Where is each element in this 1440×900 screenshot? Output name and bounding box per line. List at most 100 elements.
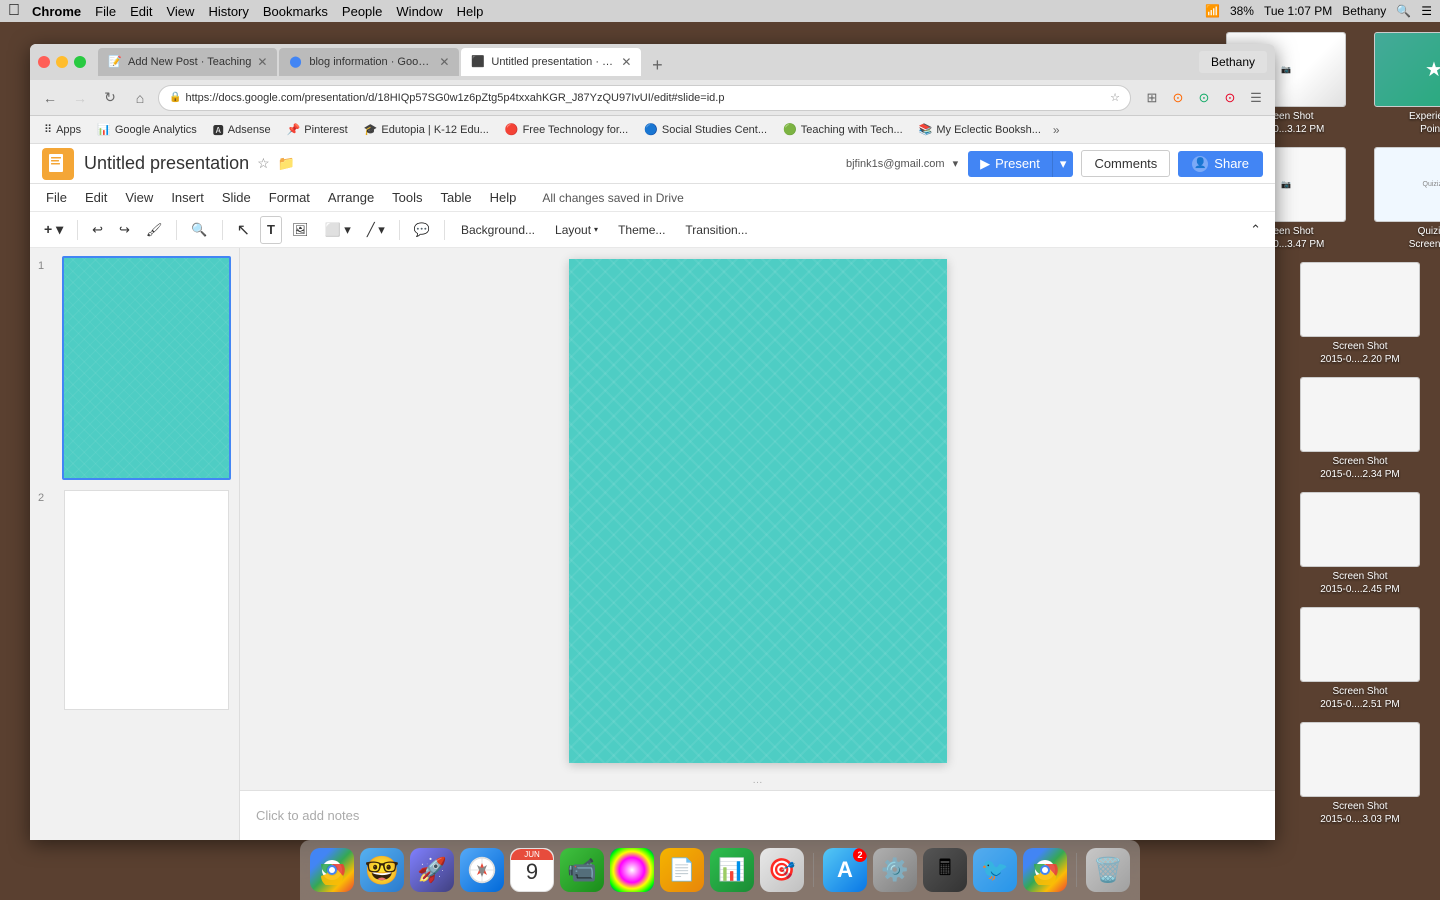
reload-button[interactable]: ↻ — [98, 86, 122, 110]
slide-thumb-item-2[interactable]: 2 — [38, 488, 231, 712]
bookmark-adsense[interactable]: 🅰 Adsense — [207, 120, 277, 140]
present-dropdown[interactable]: ▾ — [1052, 151, 1074, 177]
tab-close-button[interactable]: ✕ — [621, 55, 631, 69]
apple-menu[interactable]:  — [8, 2, 20, 20]
bookmark-apps[interactable]: ⠿ Apps — [38, 121, 87, 138]
select-tool[interactable]: ↖ — [231, 216, 256, 244]
collapse-button[interactable]: ⌃ — [1244, 216, 1267, 244]
search-icon[interactable]: 🔍 — [1396, 4, 1411, 18]
bookmark-eclectic[interactable]: 📚 My Eclectic Booksh... — [913, 121, 1047, 138]
tab-close-button[interactable]: ✕ — [439, 55, 449, 69]
tab-add-new-post[interactable]: 📝 Add New Post · Teaching ✕ — [98, 48, 277, 76]
text-tool[interactable]: T — [260, 216, 282, 244]
menu-icon[interactable]: ☰ — [1421, 4, 1432, 18]
bookmark-free-tech[interactable]: 🔴 Free Technology for... — [499, 121, 634, 138]
close-button[interactable] — [38, 56, 50, 68]
menu-help[interactable]: Help — [457, 4, 484, 19]
bookmark-teaching-tech[interactable]: 🟢 Teaching with Tech... — [777, 121, 909, 138]
dock-item-appstore[interactable]: A 2 — [823, 848, 867, 892]
bookmark-analytics[interactable]: 📊 Google Analytics — [91, 121, 203, 138]
tab-blog-info[interactable]: ⬤ blog information · Google... ✕ — [279, 48, 459, 76]
extensions-icon[interactable]: ⊞ — [1141, 87, 1163, 109]
shape-tool[interactable]: ⬜ ▾ — [318, 216, 356, 244]
desktop-icon[interactable]: Screen Shot2015-0....3.03 PM — [1290, 722, 1430, 826]
menu-help[interactable]: Help — [482, 188, 525, 207]
present-main[interactable]: ▶ Present — [968, 151, 1052, 177]
transition-button[interactable]: Transition... — [677, 216, 755, 244]
menu-table[interactable]: Table — [433, 188, 480, 207]
menu-insert[interactable]: Insert — [163, 188, 212, 207]
chrome-menu[interactable]: ☰ — [1245, 87, 1267, 109]
desktop-icon[interactable]: Screen Shot2015-0....2.51 PM — [1290, 607, 1430, 711]
dock-item-numbers[interactable]: 📊 — [710, 848, 754, 892]
fullscreen-button[interactable] — [74, 56, 86, 68]
folder-icon[interactable]: 📁 — [278, 155, 295, 172]
menu-chrome[interactable]: Chrome — [32, 4, 81, 19]
menu-slide[interactable]: Slide — [214, 188, 259, 207]
home-button[interactable]: ⌂ — [128, 86, 152, 110]
new-tab-button[interactable]: + — [643, 54, 671, 76]
menu-edit[interactable]: Edit — [77, 188, 115, 207]
back-button[interactable]: ← — [38, 86, 62, 110]
dock-item-photos[interactable] — [610, 848, 654, 892]
slide-thumb-container-2[interactable] — [62, 488, 231, 712]
share-button[interactable]: 👤 Share — [1178, 151, 1263, 177]
present-button[interactable]: ▶ Present ▾ — [968, 151, 1073, 177]
menu-file[interactable]: File — [95, 4, 116, 19]
address-bar[interactable]: 🔒 https://docs.google.com/presentation/d… — [158, 85, 1131, 111]
notes-area[interactable]: Click to add notes — [240, 790, 1275, 840]
slide-thumb-item-1[interactable]: 1 — [38, 256, 231, 480]
comment-tool[interactable]: 💬 — [408, 216, 436, 244]
rss-icon[interactable]: ⊙ — [1167, 87, 1189, 109]
redo-button[interactable]: ↪ — [113, 216, 136, 244]
dock-item-settings[interactable]: ⚙️ — [873, 848, 917, 892]
menu-bookmarks[interactable]: Bookmarks — [263, 4, 328, 19]
dock-item-pages[interactable]: 📄 — [660, 848, 704, 892]
menu-window[interactable]: Window — [396, 4, 442, 19]
tab-close-button[interactable]: ✕ — [257, 55, 267, 69]
dock-item-calendar[interactable]: JUN 9 — [510, 848, 554, 892]
bookmark-icon[interactable]: ⊙ — [1193, 87, 1215, 109]
dock-item-chrome2[interactable] — [1023, 848, 1067, 892]
theme-button[interactable]: Theme... — [610, 216, 673, 244]
comments-button[interactable]: Comments — [1081, 150, 1170, 177]
menu-people[interactable]: People — [342, 4, 382, 19]
dock-item-calculator[interactable]: 🖩 — [923, 848, 967, 892]
menu-format[interactable]: Format — [261, 188, 318, 207]
presentation-title[interactable]: Untitled presentation — [84, 153, 249, 174]
zoom-button[interactable]: 🔍 — [185, 216, 213, 244]
menu-tools[interactable]: Tools — [384, 188, 430, 207]
menu-file[interactable]: File — [38, 188, 75, 207]
desktop-icon[interactable]: Screen Shot2015-0....2.34 PM — [1290, 377, 1430, 481]
desktop-icon[interactable]: Screen Shot2015-0....2.45 PM — [1290, 492, 1430, 596]
desktop-icon[interactable]: Screen Shot2015-0....2.20 PM — [1290, 262, 1430, 366]
line-tool[interactable]: ╱ ▾ — [361, 216, 391, 244]
main-slide[interactable] — [569, 259, 947, 763]
bookmark-edutopia[interactable]: 🎓 Edutopia | K-12 Edu... — [358, 121, 495, 138]
star-icon[interactable]: ☆ — [257, 155, 270, 172]
image-tool[interactable]: 🖼 — [286, 216, 315, 244]
background-button[interactable]: Background... — [453, 216, 543, 244]
dock-item-finder[interactable]: 🤓 — [360, 848, 404, 892]
forward-button[interactable]: → — [68, 86, 92, 110]
bookmarks-more[interactable]: » — [1053, 123, 1060, 137]
dock-item-safari[interactable] — [460, 848, 504, 892]
dock-item-facetime[interactable]: 📹 — [560, 848, 604, 892]
tab-untitled-presentation[interactable]: ⬛ Untitled presentation · Go... ✕ — [461, 48, 641, 76]
minimize-button[interactable] — [56, 56, 68, 68]
dock-item-keynote[interactable]: 🎯 — [760, 848, 804, 892]
undo-button[interactable]: ↩ — [86, 216, 109, 244]
bookmark-pinterest[interactable]: 📌 Pinterest — [281, 121, 354, 138]
desktop-icon[interactable]: ★ ExperiencePoints — [1364, 32, 1440, 136]
menu-edit[interactable]: Edit — [130, 4, 152, 19]
menu-view[interactable]: View — [166, 4, 194, 19]
dock-item-rocket[interactable]: 🚀 — [410, 848, 454, 892]
desktop-icon[interactable]: Quizizz QuizizzScreenshot — [1364, 147, 1440, 251]
user-profile-button[interactable]: Bethany — [1199, 51, 1267, 73]
menu-history[interactable]: History — [208, 4, 248, 19]
add-slide-button[interactable]: + ▾ — [38, 216, 69, 244]
dock-item-trash[interactable]: 🗑️ — [1086, 848, 1130, 892]
slide-thumb-container-1[interactable] — [62, 256, 231, 480]
menu-arrange[interactable]: Arrange — [320, 188, 382, 207]
dock-item-twitter[interactable]: 🐦 — [973, 848, 1017, 892]
